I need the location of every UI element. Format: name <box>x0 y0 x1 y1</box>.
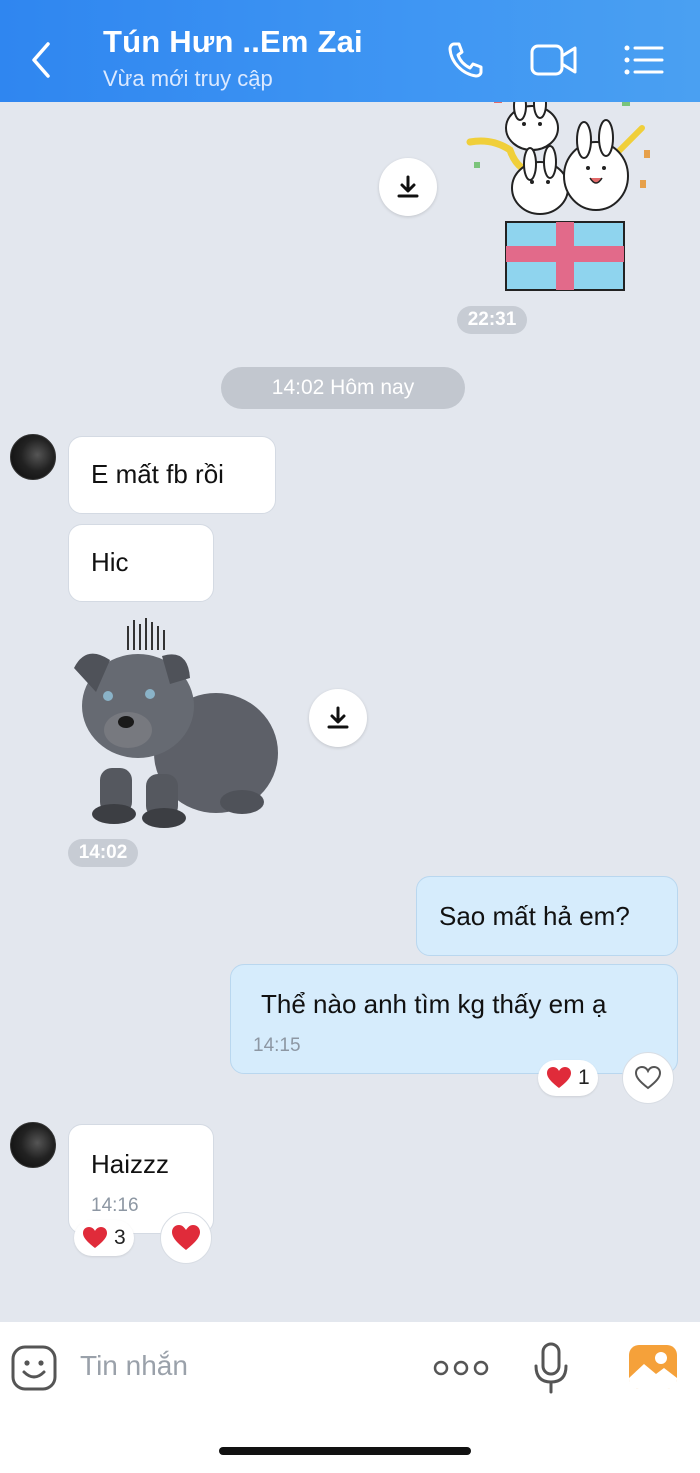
message-timestamp: 14:15 <box>253 1035 301 1056</box>
rabbit-gift-sticker-icon <box>466 102 650 291</box>
chevron-left-icon <box>32 42 50 78</box>
microphone-icon <box>534 1342 568 1394</box>
photo-button[interactable] <box>628 1344 678 1390</box>
message-text: Sao mất hả em? <box>439 901 630 931</box>
message-list[interactable]: 22:31 14:02 Hôm nay E mất fb rồi Hic 14:… <box>0 102 700 1322</box>
message-timestamp: 14:02 <box>68 839 138 867</box>
message-bubble-incoming[interactable]: E mất fb rồi <box>68 436 276 514</box>
puppy-sticker-icon <box>74 618 278 828</box>
sticker-face-icon <box>11 1345 57 1391</box>
chat-header: Tún Hưn ..Em Zai Vừa mới truy cập <box>0 0 700 102</box>
more-button[interactable] <box>432 1356 490 1380</box>
call-button[interactable] <box>444 38 490 82</box>
sticker-button[interactable] <box>10 1344 58 1392</box>
reaction-summary[interactable]: 3 <box>74 1220 134 1256</box>
react-button[interactable] <box>160 1212 212 1264</box>
download-icon <box>397 175 419 198</box>
back-button[interactable] <box>22 38 62 82</box>
download-button[interactable] <box>309 689 367 747</box>
message-input-bar: Tin nhắn <box>0 1322 700 1473</box>
contact-name[interactable]: Tún Hưn ..Em Zai <box>103 24 363 60</box>
reaction-count: 3 <box>114 1226 126 1249</box>
message-text: Haizzz <box>91 1149 170 1179</box>
message-timestamp: 22:31 <box>457 306 527 334</box>
date-separator: 14:02 Hôm nay <box>221 367 465 409</box>
video-call-button[interactable] <box>528 38 580 82</box>
more-dots-icon <box>433 1360 489 1376</box>
message-bubble-outgoing[interactable]: Sao mất hả em? <box>416 876 678 956</box>
home-indicator <box>219 1447 471 1455</box>
reaction-summary[interactable]: 1 <box>538 1060 598 1096</box>
heart-outline-icon <box>634 1065 662 1090</box>
phone-icon <box>448 42 483 78</box>
photo-icon <box>629 1345 677 1389</box>
message-timestamp: 14:16 <box>91 1195 139 1216</box>
voice-button[interactable] <box>532 1342 570 1394</box>
message-bubble-incoming[interactable]: Hic <box>68 524 214 602</box>
message-text: E mất fb rồi <box>91 459 224 489</box>
react-button[interactable] <box>622 1052 674 1104</box>
reaction-count: 1 <box>578 1066 590 1089</box>
sticker-puppy[interactable] <box>66 618 286 828</box>
video-camera-icon <box>530 44 577 76</box>
download-icon <box>327 706 349 729</box>
avatar[interactable] <box>10 434 56 480</box>
menu-list-icon <box>624 45 664 75</box>
download-button[interactable] <box>379 158 437 216</box>
heart-icon <box>83 1227 107 1248</box>
avatar[interactable] <box>10 1122 56 1168</box>
message-bubble-outgoing[interactable]: Thể nào anh tìm kg thấy em ạ 14:15 <box>230 964 678 1074</box>
message-text: Hic <box>91 547 129 577</box>
message-input[interactable]: Tin nhắn <box>80 1350 188 1382</box>
sticker-gift-rabbits[interactable] <box>462 102 662 296</box>
heart-icon <box>547 1067 571 1088</box>
message-text: Thể nào anh tìm kg thấy em ạ <box>261 989 607 1019</box>
heart-icon <box>172 1225 200 1250</box>
menu-button[interactable] <box>620 38 666 82</box>
contact-status: Vừa mới truy cập <box>103 66 273 91</box>
